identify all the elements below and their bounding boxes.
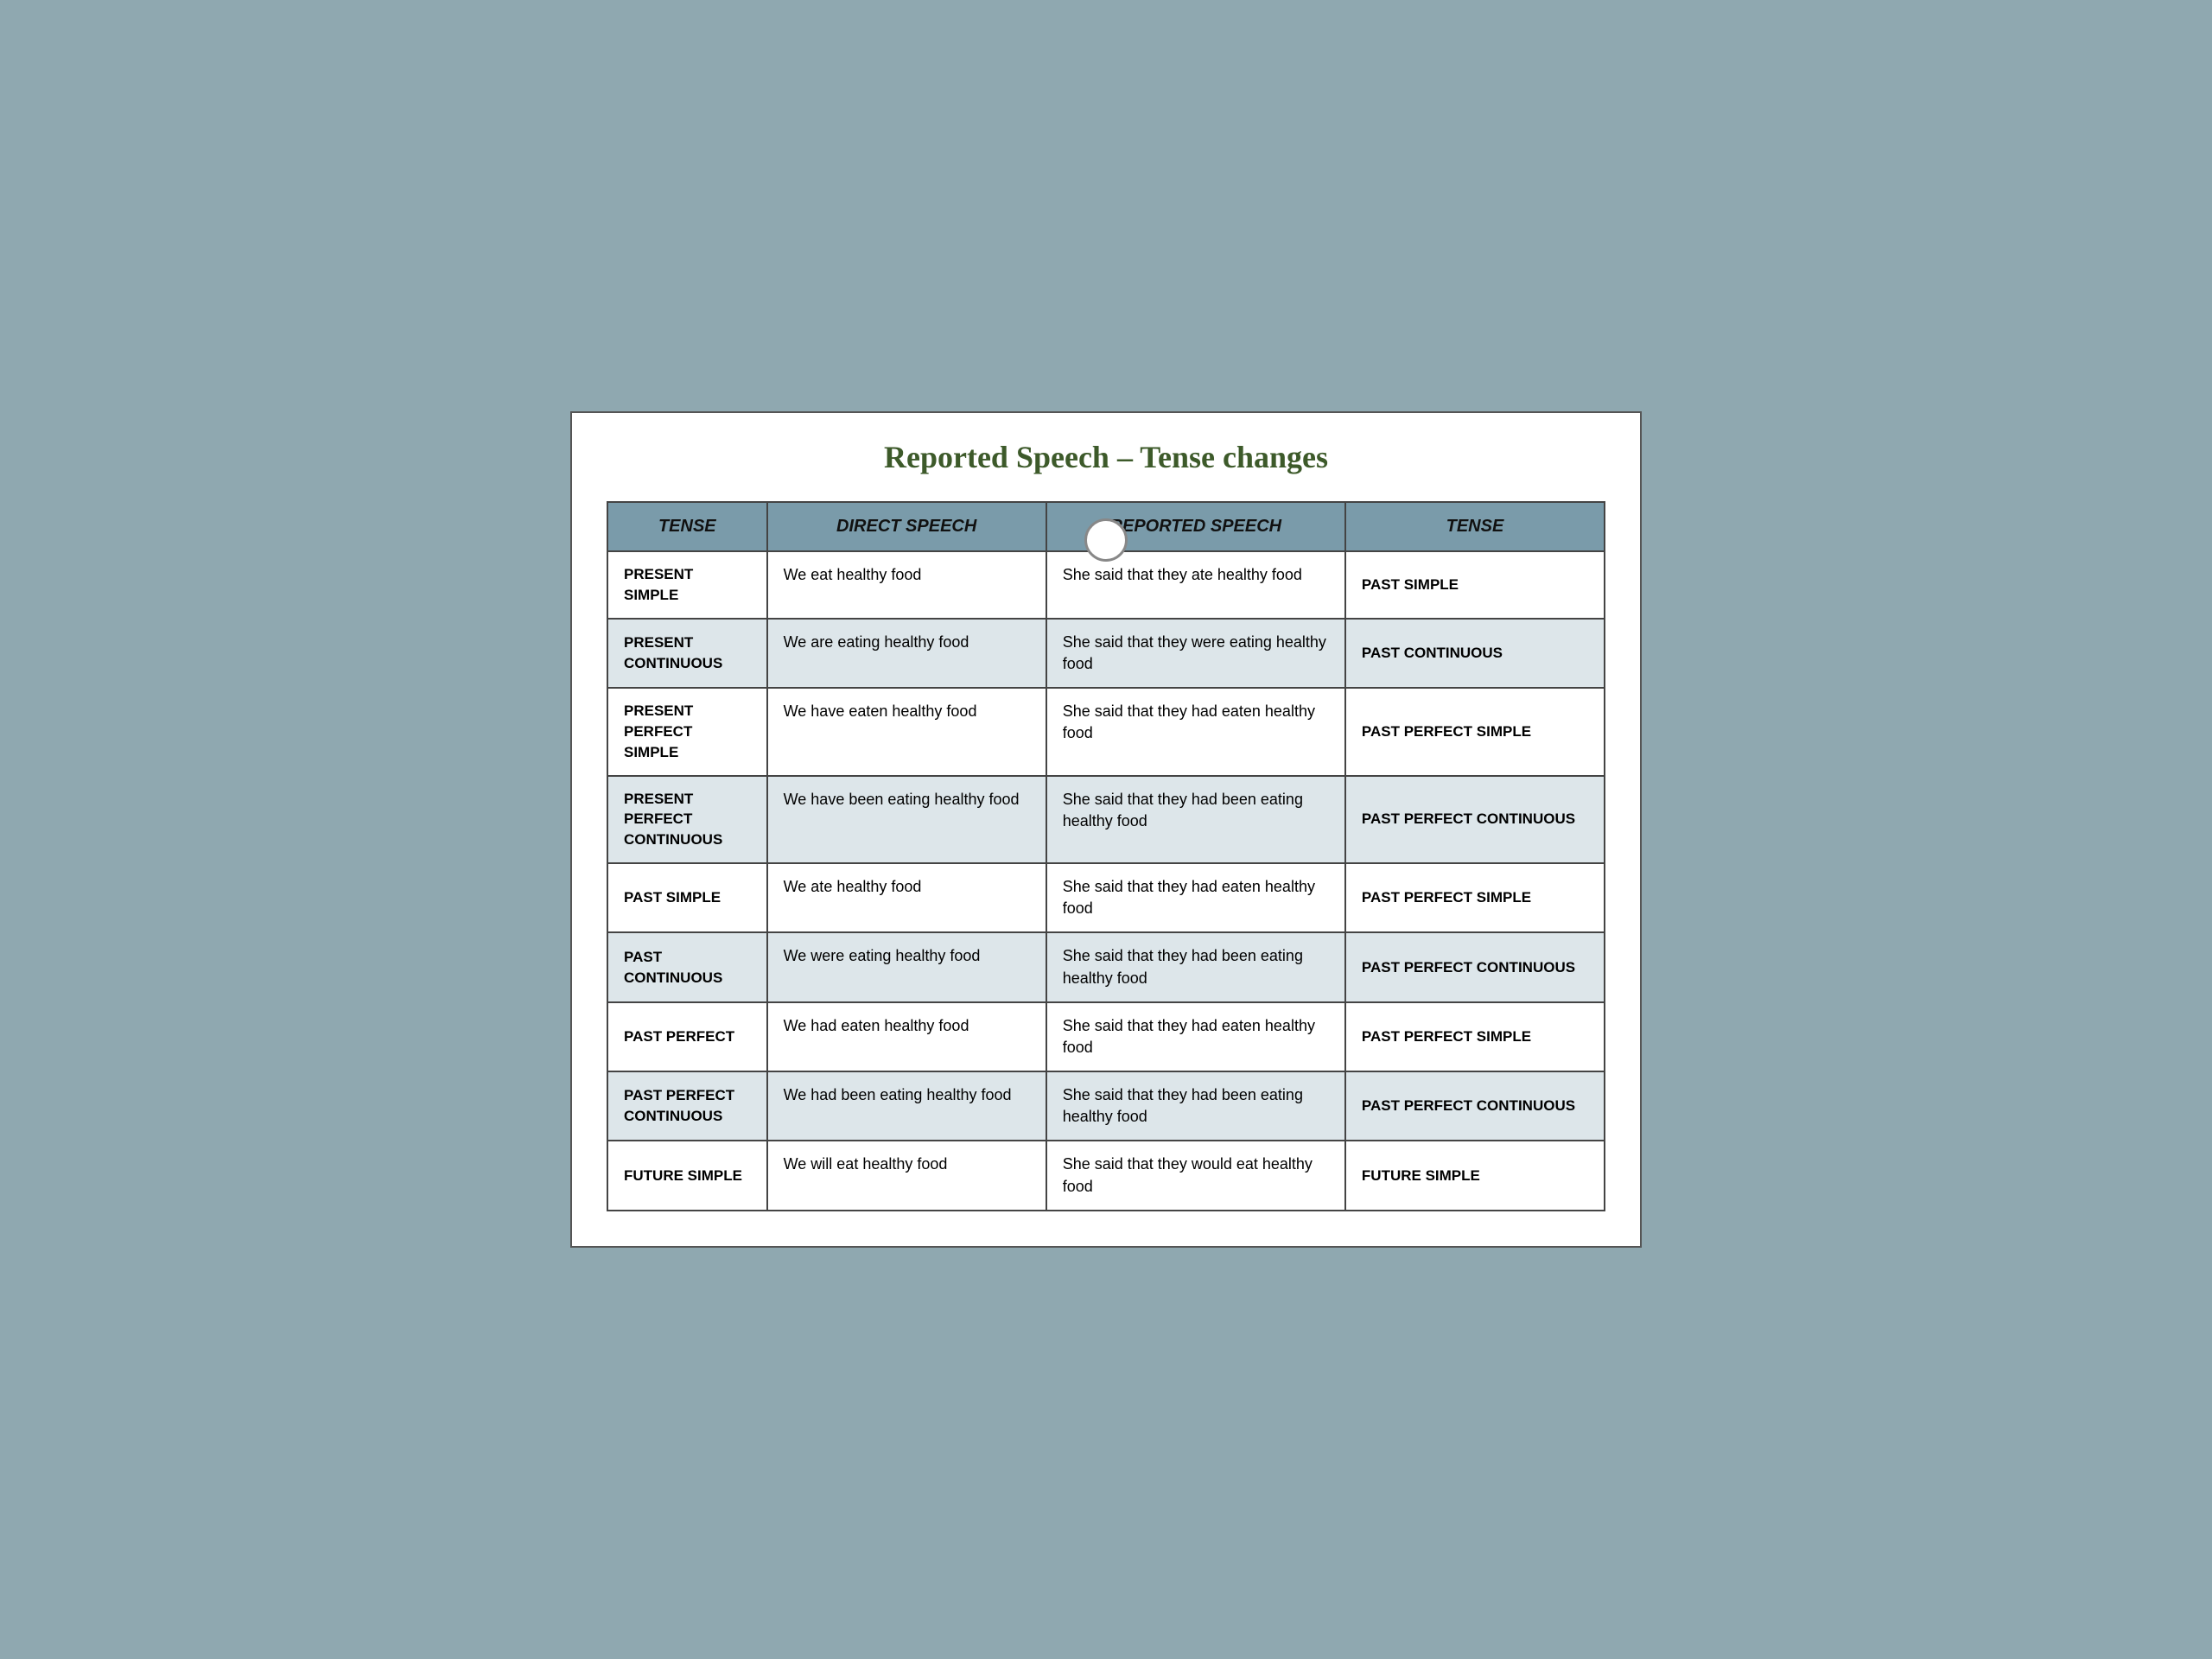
- cell-reported-speech: She said that they had been eating healt…: [1046, 1071, 1345, 1141]
- cell-tense-right: PAST PERFECT SIMPLE: [1345, 1002, 1605, 1071]
- cell-reported-speech: She said that they had eaten healthy foo…: [1046, 863, 1345, 932]
- cell-tense-left: PRESENT PERFECT CONTINUOUS: [607, 776, 767, 863]
- tense-table: TENSE DIRECT SPEECH REPORTED SPEECH TENS…: [607, 501, 1605, 1211]
- table-row: PAST PERFECT CONTINUOUSWe had been eatin…: [607, 1071, 1605, 1141]
- cell-tense-right: PAST SIMPLE: [1345, 551, 1605, 619]
- cell-tense-right: PAST PERFECT CONTINUOUS: [1345, 1071, 1605, 1141]
- cell-tense-right: PAST CONTINUOUS: [1345, 619, 1605, 688]
- cell-reported-speech: She said that they had been eating healt…: [1046, 932, 1345, 1001]
- cell-tense-left: PRESENT PERFECT SIMPLE: [607, 688, 767, 775]
- slide-title: Reported Speech – Tense changes: [607, 439, 1605, 475]
- table-row: PAST CONTINUOUSWe were eating healthy fo…: [607, 932, 1605, 1001]
- table-row: PRESENT PERFECT SIMPLEWe have eaten heal…: [607, 688, 1605, 775]
- table-row: PAST PERFECTWe had eaten healthy foodShe…: [607, 1002, 1605, 1071]
- table-row: FUTURE SIMPLEWe will eat healthy foodShe…: [607, 1141, 1605, 1210]
- cell-reported-speech: She said that they had been eating healt…: [1046, 776, 1345, 863]
- cell-direct-speech: We had eaten healthy food: [767, 1002, 1046, 1071]
- header-direct-speech: DIRECT SPEECH: [767, 502, 1046, 551]
- table-row: PRESENT PERFECT CONTINUOUSWe have been e…: [607, 776, 1605, 863]
- cell-tense-right: PAST PERFECT CONTINUOUS: [1345, 776, 1605, 863]
- cell-tense-left: PAST CONTINUOUS: [607, 932, 767, 1001]
- table-row: PRESENT CONTINUOUSWe are eating healthy …: [607, 619, 1605, 688]
- cell-tense-left: PRESENT SIMPLE: [607, 551, 767, 619]
- table-wrapper: TENSE DIRECT SPEECH REPORTED SPEECH TENS…: [607, 501, 1605, 1211]
- cell-direct-speech: We are eating healthy food: [767, 619, 1046, 688]
- cell-tense-left: PAST PERFECT CONTINUOUS: [607, 1071, 767, 1141]
- table-body: PRESENT SIMPLEWe eat healthy foodShe sai…: [607, 551, 1605, 1211]
- cell-direct-speech: We eat healthy food: [767, 551, 1046, 619]
- cell-tense-right: PAST PERFECT SIMPLE: [1345, 688, 1605, 775]
- cell-direct-speech: We were eating healthy food: [767, 932, 1046, 1001]
- cell-reported-speech: She said that they were eating healthy f…: [1046, 619, 1345, 688]
- slide-container: Reported Speech – Tense changes TENSE DI…: [570, 411, 1642, 1248]
- header-tense-right: TENSE: [1345, 502, 1605, 551]
- cell-tense-right: PAST PERFECT SIMPLE: [1345, 863, 1605, 932]
- header-tense-left: TENSE: [607, 502, 767, 551]
- cell-direct-speech: We will eat healthy food: [767, 1141, 1046, 1210]
- circle-decoration: [1084, 518, 1128, 562]
- cell-tense-left: PRESENT CONTINUOUS: [607, 619, 767, 688]
- cell-reported-speech: She said that they had eaten healthy foo…: [1046, 688, 1345, 775]
- cell-direct-speech: We have eaten healthy food: [767, 688, 1046, 775]
- cell-reported-speech: She said that they would eat healthy foo…: [1046, 1141, 1345, 1210]
- cell-direct-speech: We ate healthy food: [767, 863, 1046, 932]
- cell-tense-left: FUTURE SIMPLE: [607, 1141, 767, 1210]
- cell-direct-speech: We have been eating healthy food: [767, 776, 1046, 863]
- cell-tense-left: PAST PERFECT: [607, 1002, 767, 1071]
- cell-tense-right: FUTURE SIMPLE: [1345, 1141, 1605, 1210]
- cell-direct-speech: We had been eating healthy food: [767, 1071, 1046, 1141]
- cell-tense-left: PAST SIMPLE: [607, 863, 767, 932]
- cell-reported-speech: She said that they had eaten healthy foo…: [1046, 1002, 1345, 1071]
- cell-reported-speech: She said that they ate healthy food: [1046, 551, 1345, 619]
- cell-tense-right: PAST PERFECT CONTINUOUS: [1345, 932, 1605, 1001]
- table-row: PAST SIMPLEWe ate healthy foodShe said t…: [607, 863, 1605, 932]
